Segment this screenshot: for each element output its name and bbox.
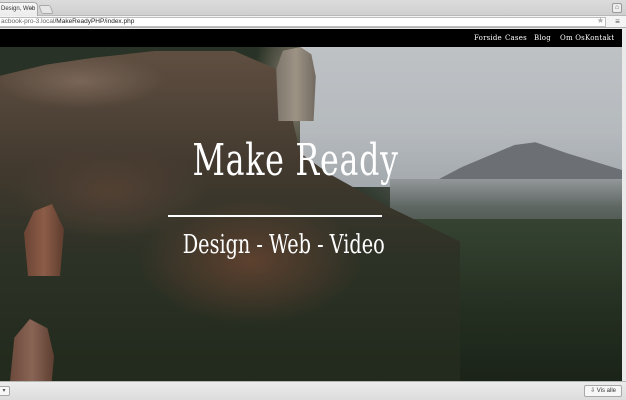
hero-shade — [0, 29, 626, 381]
address-bar: acbook-pro-3.local/MakeReadyPHP/index.ph… — [0, 16, 626, 28]
hero-subtitle: Design - Web - Video — [182, 230, 385, 260]
download-icon: ⇩ — [590, 388, 597, 394]
new-tab-button[interactable] — [38, 5, 54, 14]
close-icon[interactable]: × — [30, 3, 34, 16]
chevron-down-icon: ▾ — [2, 388, 6, 394]
show-all-button[interactable]: ⇩ Vis alle — [584, 385, 622, 397]
hero-title: Make Ready — [192, 135, 399, 186]
download-bar: ▾ ⇩ Vis alle — [0, 381, 626, 400]
browser-tab[interactable]: Design, Web × — [0, 2, 38, 16]
web-page: Forside Cases Blog Om Os Kontakt Make Re… — [0, 29, 626, 381]
profile-icon[interactable]: ⌂ — [612, 3, 622, 13]
menu-icon[interactable]: ≡ — [613, 17, 622, 26]
url-field[interactable]: acbook-pro-3.local/MakeReadyPHP/index.ph… — [0, 17, 606, 27]
nav-item-kontakt[interactable]: Kontakt — [585, 29, 614, 47]
hero-background-image — [0, 29, 626, 381]
nav-item-cases[interactable]: Cases — [505, 29, 527, 47]
hero-divider — [168, 215, 382, 217]
page-scrollbar[interactable] — [622, 29, 626, 381]
nav-item-blog[interactable]: Blog — [534, 29, 551, 47]
download-item[interactable]: ▾ — [0, 386, 10, 396]
star-icon[interactable]: ★ — [597, 16, 604, 26]
show-all-label: Vis alle — [596, 388, 616, 394]
url-host: acbook-pro-3.local — [1, 18, 55, 25]
url-path: /MakeReadyPHP/index.php — [54, 18, 135, 25]
browser-tab-strip: Design, Web × ⌂ — [0, 0, 626, 16]
site-navbar: Forside Cases Blog Om Os Kontakt — [0, 29, 626, 47]
nav-item-forside[interactable]: Forside — [474, 29, 502, 47]
nav-item-om-os[interactable]: Om Os — [560, 29, 585, 47]
